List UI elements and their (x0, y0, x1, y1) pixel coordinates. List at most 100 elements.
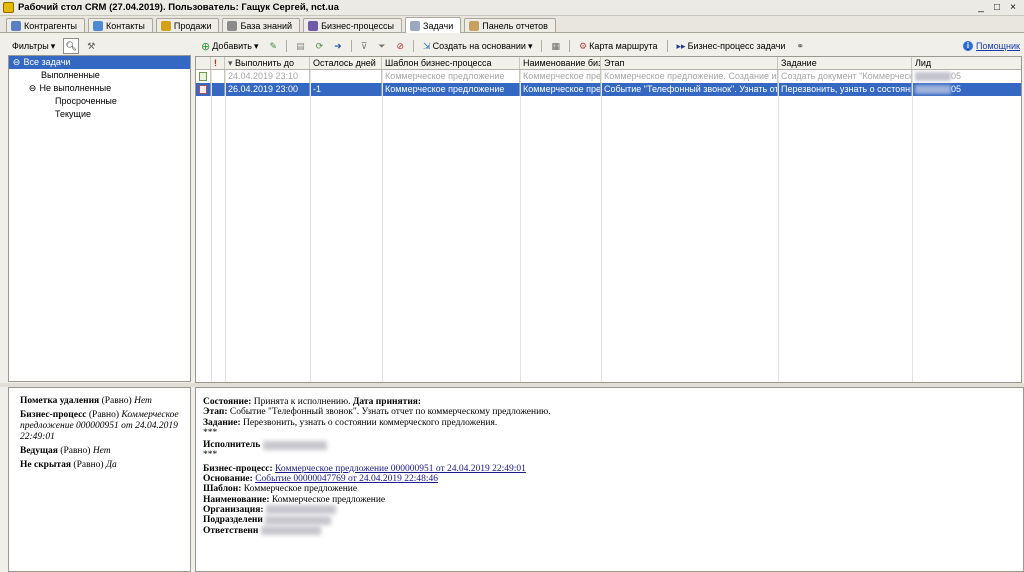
tree-item-not-completed[interactable]: ⊖ Не выполненные (9, 82, 190, 95)
close-button[interactable]: × (1008, 2, 1018, 13)
table-row[interactable]: 26.04.2019 23:00 -1 Коммерческое предлож… (196, 83, 1021, 96)
reports-panel-icon (469, 20, 480, 31)
sort-icon: ▾ (228, 58, 233, 68)
prop-operator: (Равно) (73, 460, 104, 470)
clear-filter-button[interactable]: ⊘ (392, 38, 408, 54)
tab-counterparties[interactable]: Контрагенты (6, 18, 86, 32)
create-based-label: Создать на основании (432, 41, 526, 51)
tree-item-label: Все задачи (23, 57, 71, 67)
tab-label: База знаний (240, 20, 293, 31)
redirect-button[interactable]: ➜ (330, 38, 346, 54)
list-button[interactable]: ▤ (292, 38, 309, 54)
filter-properties-panel: Пометка удаления (Равно) Нет Бизнес-проц… (8, 387, 191, 572)
view-button[interactable]: ⚭ (792, 38, 808, 54)
chevron-down-icon: ▾ (254, 40, 259, 51)
task-cell: Создать документ "Коммерческое предложен… (778, 70, 912, 83)
filter-by-value-button[interactable]: ⏷ (374, 38, 389, 54)
tab-tasks[interactable]: Задачи (405, 17, 462, 33)
tree-item-current[interactable]: Текущие (9, 108, 190, 121)
column-line (520, 70, 521, 382)
tab-knowledge-base[interactable]: База знаний (222, 18, 301, 32)
refresh-button[interactable]: ⟳ (312, 38, 328, 54)
detail-label: Бизнес-процесс: (203, 463, 273, 474)
collapse-icon[interactable]: ⊖ (28, 82, 37, 95)
help-link[interactable]: i Помощник (962, 41, 1020, 51)
table-row[interactable]: 24.04.2019 23:10 Коммерческое предложени… (196, 70, 1021, 83)
tree-item-label: Текущие (55, 109, 91, 119)
prop-business-process: Бизнес-процесс (Равно) Коммерческое пред… (20, 410, 190, 443)
col-header-task[interactable]: Задание (778, 57, 912, 69)
business-process-link[interactable]: Коммерческое предложение 000000951 от 24… (275, 464, 526, 474)
prop-label: Пометка удаления (20, 396, 100, 406)
add-button[interactable]: ⊕ Добавить ▾ (197, 38, 263, 54)
edit-button[interactable]: ✎ (266, 38, 282, 54)
detail-label: Подразделени (203, 515, 263, 526)
col-header-importance[interactable]: ! (211, 57, 225, 69)
redacted-lead (915, 72, 951, 82)
lead-cell: 05 (912, 70, 1015, 83)
tab-label: Контакты (106, 20, 145, 31)
filters-button[interactable]: Фильтры ▾ (8, 38, 59, 54)
column-line (601, 70, 602, 382)
detail-label: Состояние: (203, 397, 252, 407)
prop-operator: (Равно) (60, 446, 91, 456)
maximize-button[interactable]: □ (992, 2, 1002, 13)
tree-item-all-tasks[interactable]: ⊖ Все задачи (9, 56, 190, 69)
toolbar-separator (541, 40, 543, 52)
add-icon: ⊕ (201, 40, 211, 53)
column-line (382, 70, 383, 382)
find-filter-button[interactable]: 🔍︎ (63, 38, 80, 54)
filter-button[interactable]: ⊽ (357, 38, 372, 54)
importance-cell (211, 83, 225, 96)
detail-stage: Этап: Событие "Телефонный звонок". Узнат… (203, 407, 1023, 417)
funnel-clear-icon: ⊘ (396, 40, 405, 51)
redirect-icon: ➜ (334, 40, 342, 51)
create-based-on-button[interactable]: ⇲ Создать на основании ▾ (419, 38, 536, 54)
column-line (310, 70, 311, 382)
detail-label: Основание: (203, 474, 253, 485)
importance-icon: ! (214, 58, 217, 68)
stage-cell: Событие "Телефонный звонок". Узнать отче… (601, 83, 778, 96)
filters-toolbar: Фильтры ▾ 🔍︎ ⚒ (8, 37, 193, 55)
tab-sales[interactable]: Продажи (155, 18, 220, 32)
col-header-days-left[interactable]: Осталось дней (310, 57, 382, 69)
detail-basis: Основание: Событие 00000047769 от 24.04.… (203, 474, 1023, 484)
col-header-bp-name[interactable]: Наименование бизнес-процесса (520, 57, 601, 69)
bp-tasks-button[interactable]: ▸▸ Бизнес-процесс задачи (673, 38, 790, 54)
tree-item-completed[interactable]: Выполненные (9, 69, 190, 82)
tree-item-label: Выполненные (41, 70, 100, 80)
run-icon: ▸▸ (676, 40, 686, 51)
redacted-organization (265, 505, 336, 515)
route-map-label: Карта маршрута (589, 41, 658, 51)
minimize-button[interactable]: _ (976, 2, 986, 13)
col-header-stage[interactable]: Этап (601, 57, 778, 69)
task-details-panel: Состояние: Принята к исполнению. Дата пр… (195, 387, 1024, 572)
filter-settings-button[interactable]: ⚒ (83, 38, 99, 54)
toolbar-separator (350, 40, 352, 52)
col-header-template[interactable]: Шаблон бизнес-процесса (382, 57, 520, 69)
tab-business-processes[interactable]: Бизнес-процессы (303, 18, 403, 32)
tab-reports-panel[interactable]: Панель отчетов (464, 18, 556, 32)
route-map-button[interactable]: ⚙ Карта маршрута (575, 38, 662, 54)
redacted-responsible (260, 525, 321, 535)
tasks-icon (410, 20, 421, 31)
col-header-icon[interactable] (196, 57, 211, 69)
refresh-icon: ⟳ (315, 40, 324, 51)
contacts-icon (93, 20, 104, 31)
report-button[interactable]: ▦ (547, 38, 564, 54)
route-map-icon: ⚙ (579, 40, 588, 51)
tools-icon: ⚒ (87, 40, 96, 51)
tree-item-overdue[interactable]: Просроченные (9, 95, 190, 108)
col-header-due[interactable]: ▾ Выполнить до (225, 57, 310, 69)
col-header-lead[interactable]: Лид (912, 57, 1015, 69)
toolbar-separator (666, 40, 668, 52)
detail-task: Задание: Перезвонить, узнать о состоянии… (203, 418, 1023, 428)
basis-link[interactable]: Событие 00000047769 от 24.04.2019 22:48:… (255, 474, 438, 484)
collapse-icon[interactable]: ⊖ (12, 56, 21, 69)
tab-contacts[interactable]: Контакты (88, 18, 153, 32)
funnel-icon: ⏷ (378, 40, 386, 51)
detail-department: Подразделени (203, 515, 1023, 525)
sales-icon (160, 20, 171, 31)
column-line (211, 70, 212, 382)
table-scrollbar[interactable] (1012, 70, 1021, 382)
